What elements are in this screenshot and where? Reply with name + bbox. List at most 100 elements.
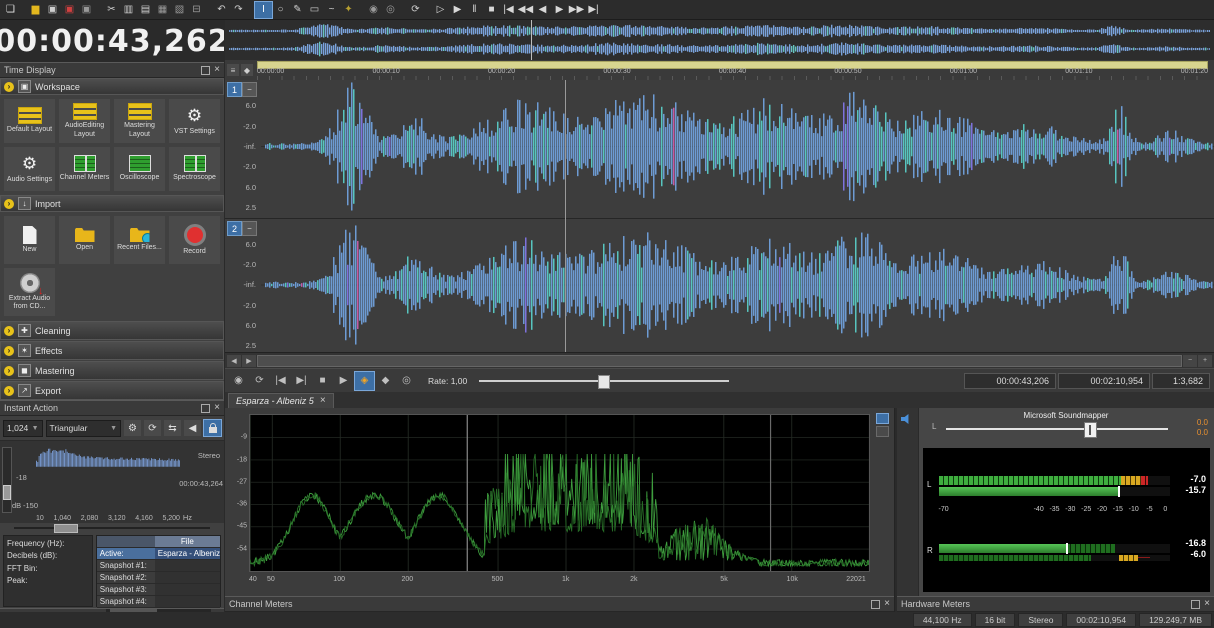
collapse-arrow-icon[interactable]: ›: [4, 385, 14, 396]
close-icon[interactable]: ×: [214, 403, 220, 413]
pencil-tool-icon[interactable]: ✎: [289, 2, 306, 18]
overview-playhead[interactable]: [531, 20, 532, 60]
save-icon[interactable]: ▣: [44, 2, 61, 18]
go-to-end-icon[interactable]: ▶|: [585, 2, 602, 18]
workspace-button[interactable]: Default Layout: [4, 99, 55, 143]
loop-playback-button[interactable]: ⟳: [250, 372, 269, 390]
zoom-out-icon[interactable]: −: [1183, 354, 1197, 367]
editor-scrollbar[interactable]: ◀ ▶ − +: [225, 352, 1214, 368]
open-file-icon[interactable]: ▆: [27, 2, 44, 18]
close-icon[interactable]: ×: [1204, 599, 1210, 609]
import-button[interactable]: New: [4, 216, 55, 264]
fast-forward-icon[interactable]: ▶▶: [568, 2, 585, 18]
go-to-start-icon[interactable]: |◀: [500, 2, 517, 18]
scroll-left-icon[interactable]: ◀: [227, 354, 241, 367]
section-header-collapsed[interactable]: › ✶ Effects: [0, 341, 224, 360]
collapse-arrow-icon[interactable]: ›: [4, 81, 14, 92]
section-header-workspace[interactable]: › ▣ Workspace: [0, 78, 224, 95]
fft-size-select[interactable]: 1,024 ▼: [3, 419, 43, 437]
collapse-arrow-icon[interactable]: ›: [4, 345, 14, 356]
waveform-editor[interactable]: 1 − 2.56.0-2.0-inf.-2.06.02.5 2 − 2.56.0…: [225, 80, 1214, 352]
separator[interactable]: [205, 2, 213, 18]
marker-button[interactable]: ◆: [376, 372, 395, 390]
ruler-marker-icon[interactable]: ◆: [241, 64, 253, 76]
channel-number-badge[interactable]: 2: [227, 221, 242, 236]
rate-slider[interactable]: [479, 374, 730, 396]
go-to-start-button[interactable]: |◀: [271, 372, 290, 390]
table-row[interactable]: Snapshot #1:: [96, 560, 220, 572]
workspace-button[interactable]: VST Settings: [169, 99, 220, 143]
slider-handle[interactable]: [3, 485, 11, 501]
table-row[interactable]: Active: Esparza - Albeniz: [96, 548, 220, 560]
copy-icon[interactable]: ▥: [120, 2, 137, 18]
separator[interactable]: [424, 2, 432, 18]
step-forward-icon[interactable]: ▶: [551, 2, 568, 18]
play-icon[interactable]: ▶: [449, 2, 466, 18]
section-header-import[interactable]: › ↓ Import: [0, 195, 224, 212]
metronome-icon[interactable]: ◎: [382, 2, 399, 18]
separator[interactable]: [357, 2, 365, 18]
float-window-icon[interactable]: [1191, 599, 1201, 609]
sync-button[interactable]: ⇆: [164, 420, 181, 436]
spectrum-settings-button[interactable]: ⚙: [124, 420, 141, 436]
balance-slider-handle[interactable]: [1083, 422, 1097, 438]
rewind-icon[interactable]: ◀◀: [517, 2, 534, 18]
rate-slider-handle[interactable]: [598, 374, 611, 389]
scroll-right-icon[interactable]: ▶: [242, 354, 256, 367]
close-icon[interactable]: ×: [884, 599, 890, 609]
table-row[interactable]: Snapshot #4:: [96, 596, 220, 608]
spectrum-vertical-slider[interactable]: [2, 447, 12, 513]
stop-icon[interactable]: ■: [483, 2, 500, 18]
refresh-button[interactable]: ⟳: [144, 420, 161, 436]
playhead-cursor[interactable]: [565, 80, 566, 352]
separator[interactable]: [247, 2, 255, 18]
loop-playback-icon[interactable]: ⟳: [407, 2, 424, 18]
table-row[interactable]: Snapshot #3:: [96, 584, 220, 596]
float-window-icon[interactable]: [201, 65, 211, 75]
record-remote-icon[interactable]: ◉: [365, 2, 382, 18]
section-header-collapsed[interactable]: › ✚ Cleaning: [0, 321, 224, 340]
step-back-icon[interactable]: ◀: [534, 2, 551, 18]
event-tool-icon[interactable]: ▭: [306, 2, 323, 18]
separator[interactable]: [19, 2, 27, 18]
window-type-select[interactable]: Triangular ▼: [45, 419, 121, 437]
smart-tool-icon[interactable]: ✦: [340, 2, 357, 18]
envelope-tool-icon[interactable]: ~: [323, 2, 340, 18]
slider-handle[interactable]: [53, 524, 78, 533]
paste-special-icon[interactable]: ▦: [154, 2, 171, 18]
channel-2-waveform[interactable]: [261, 219, 1214, 351]
speaker-icon[interactable]: [901, 414, 909, 424]
balance-slider[interactable]: [946, 422, 1168, 438]
collapse-arrow-icon[interactable]: ›: [4, 365, 14, 376]
go-to-end-button[interactable]: ▶|: [292, 372, 311, 390]
new-file-icon[interactable]: ❏: [2, 2, 19, 18]
close-icon[interactable]: ×: [320, 396, 326, 406]
workspace-button[interactable]: Spectroscope: [169, 147, 220, 191]
section-header-collapsed[interactable]: › ◼ Mastering: [0, 361, 224, 380]
import-button[interactable]: Record: [169, 216, 220, 264]
save-as-icon[interactable]: ▣: [61, 2, 78, 18]
play-all-icon[interactable]: ▷: [432, 2, 449, 18]
document-tab[interactable]: Esparza - Albeniz 5 ×: [228, 393, 334, 408]
channel-number-badge[interactable]: 1: [227, 82, 242, 97]
mix-icon[interactable]: ▧: [171, 2, 188, 18]
cm-toolbar-button[interactable]: [876, 426, 889, 437]
import-button[interactable]: Recent Files...: [114, 216, 165, 264]
spectrum-graph[interactable]: -18 dB -150 Stereo 00:00:43,264 10 1,040 2…: [0, 440, 224, 523]
pause-icon[interactable]: ‖: [466, 2, 483, 18]
workspace-button[interactable]: AudioEditing Layout: [59, 99, 110, 143]
table-row[interactable]: Snapshot #2:: [96, 572, 220, 584]
undo-icon[interactable]: ↶: [213, 2, 230, 18]
float-window-icon[interactable]: [871, 599, 881, 609]
sonogram-button[interactable]: ◀: [184, 420, 201, 436]
channel-2[interactable]: 2 − 2.56.0-2.0-inf.-2.06.02.5: [225, 218, 1214, 351]
section-header-collapsed[interactable]: › ↗ Export: [0, 381, 224, 400]
separator[interactable]: [399, 2, 407, 18]
record-button[interactable]: ◉: [229, 372, 248, 390]
waveform-overview[interactable]: [225, 20, 1214, 61]
ruler-menu-icon[interactable]: ≡: [227, 64, 239, 76]
stop-button[interactable]: ■: [313, 372, 332, 390]
spectrum-horizontal-slider[interactable]: [0, 523, 224, 533]
zoom-in-icon[interactable]: +: [1198, 354, 1212, 367]
channel-1-waveform[interactable]: [261, 80, 1214, 213]
